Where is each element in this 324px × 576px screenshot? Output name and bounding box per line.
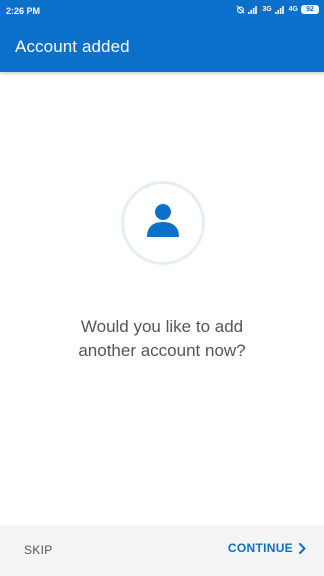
chevron-right-icon [299,542,306,554]
continue-label: CONTINUE [227,541,293,555]
alarm-off-icon [236,5,245,14]
signal-icon [248,6,258,14]
person-icon [147,204,179,237]
network-type-4g: 4G [288,6,298,13]
status-time: 2:26 PM [6,6,41,16]
prompt-text-line-2: another account now? [78,341,246,360]
prompt-text-line-1: Would you like to add [80,317,244,336]
status-icons: 3G 4G 92 [236,5,319,14]
signal-icon [274,6,284,14]
page-title: Account added [15,37,130,56]
avatar [121,181,205,265]
battery-icon: 92 [301,5,319,14]
network-type-3g: 3G [262,6,272,13]
skip-button[interactable]: SKIP [24,543,53,557]
continue-button[interactable]: CONTINUE [228,541,306,555]
screen: 2:26 PM 3G 4G 92 Account added Would you… [0,0,324,576]
bottom-action-bar: SKIP CONTINUE [0,525,324,576]
app-bar: Account added [0,22,324,72]
status-bar: 2:26 PM 3G 4G 92 [0,0,324,22]
